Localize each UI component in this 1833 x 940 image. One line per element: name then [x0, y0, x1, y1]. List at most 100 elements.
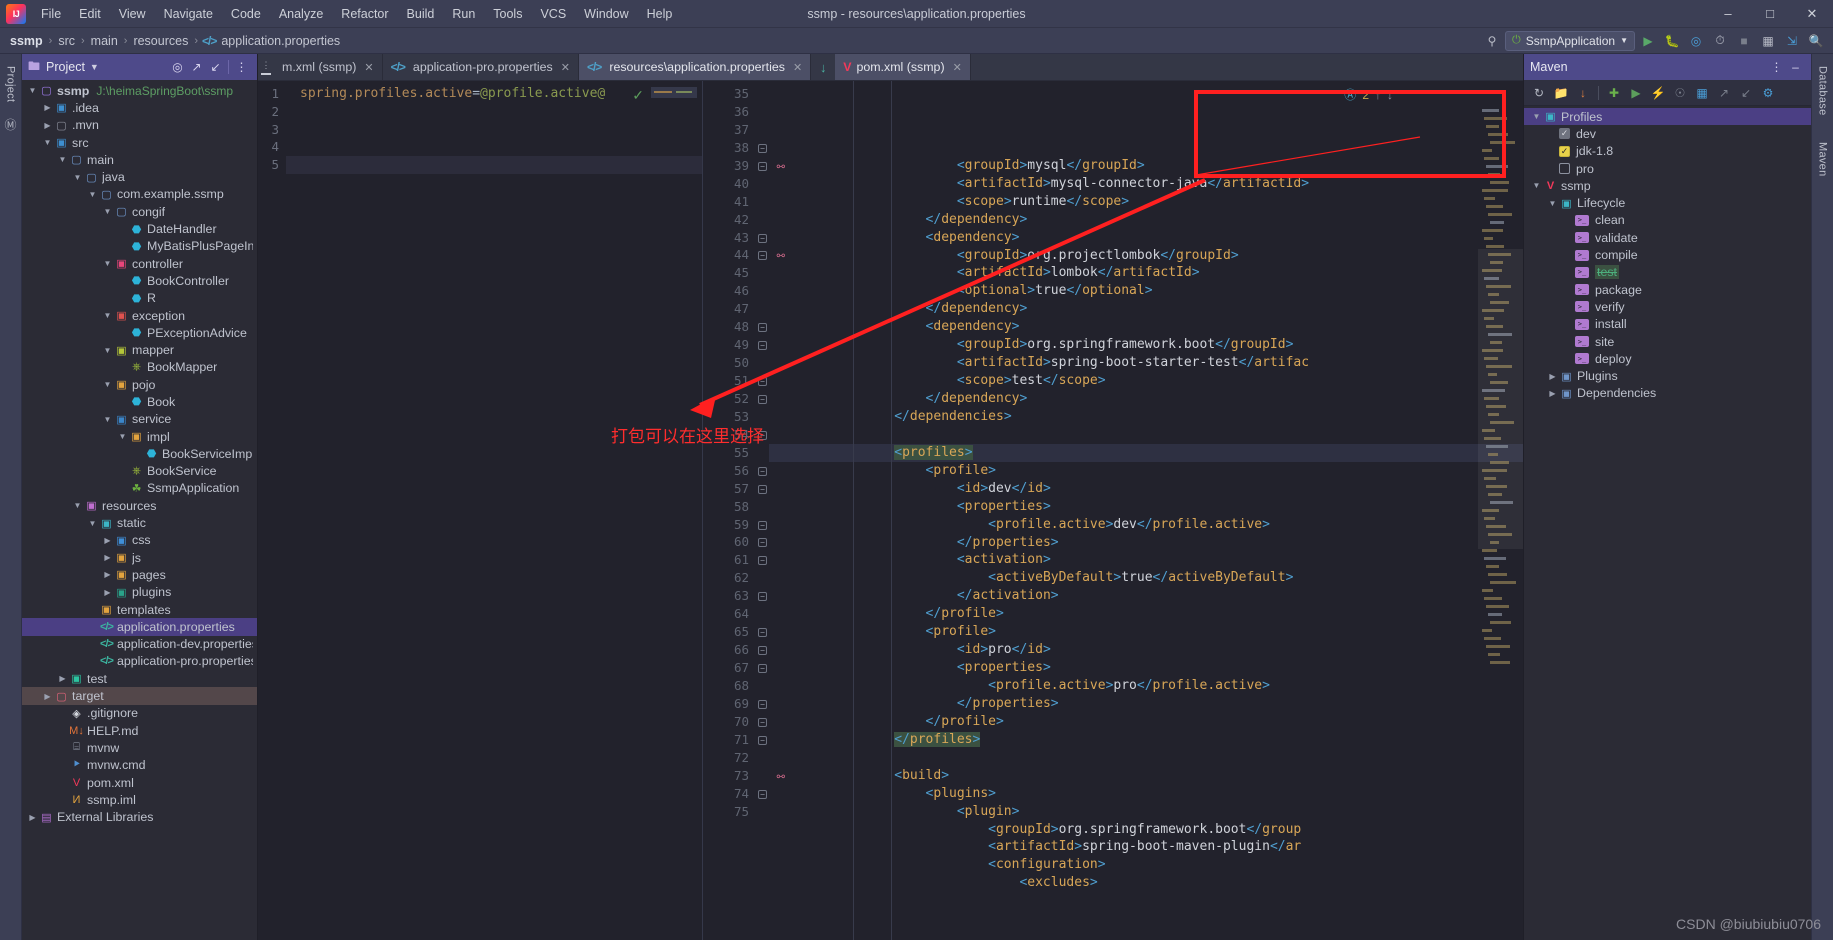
toggle-offline-icon[interactable]: ☉ [1670, 83, 1690, 103]
properties-editor[interactable]: 1 2 3 4 5 spring.profiles.active=@profile.ac… [258, 81, 703, 940]
project-tree-item-js[interactable]: ▶ ▣ js [22, 549, 257, 566]
previous-problem-icon[interactable]: ↑ [1375, 88, 1381, 102]
project-tree-item-mapper[interactable]: ▼ ▣ mapper [22, 341, 257, 358]
run-with-coverage-button[interactable]: ◎ [1685, 31, 1707, 51]
skip-tests-icon[interactable]: ⚡ [1648, 83, 1668, 103]
code-line[interactable]: <dependency> [769, 229, 1523, 247]
code-line[interactable]: <groupId>org.projectlombok</groupId> [769, 247, 1523, 265]
maven-tree-item-compile[interactable]: >_ compile [1524, 246, 1811, 263]
expand-all-icon[interactable]: ↗ [187, 57, 206, 77]
code-fold-toggle[interactable]: − [758, 161, 767, 171]
close-icon[interactable]: ✕ [1791, 0, 1833, 28]
tab-list-arrow-icon[interactable]: ↓ [811, 54, 835, 80]
menu-item-help[interactable]: Help [638, 3, 682, 25]
chevron-right-icon[interactable]: ▶ [56, 674, 69, 683]
code-line[interactable]: <profile.active>dev</profile.active> [769, 516, 1523, 534]
code-fold-toggle[interactable]: − [758, 520, 767, 530]
line-number-row[interactable]: 42 [703, 211, 749, 229]
chevron-down-icon[interactable]: ▼ [101, 259, 114, 268]
code-line[interactable]: <properties> [769, 498, 1523, 516]
code-line[interactable]: </dependency> [769, 211, 1523, 229]
code-line[interactable]: <groupId>org.springframework.boot</group… [769, 336, 1523, 354]
maven-tree-item-jdk-1-8[interactable]: ✓ jdk-1.8 [1524, 143, 1811, 160]
maven-tree-item-lifecycle[interactable]: ▼ ▣ Lifecycle [1524, 194, 1811, 211]
breadcrumb-item-src[interactable]: src [56, 34, 77, 48]
chevron-down-icon[interactable]: ▼ [101, 207, 114, 216]
chevron-down-icon[interactable]: ▼ [86, 519, 99, 528]
search-icon[interactable]: 🔍 [1805, 31, 1827, 51]
collapse-all-icon[interactable]: ↙ [206, 57, 225, 77]
code-fold-toggle[interactable]: − [758, 143, 767, 153]
next-problem-icon[interactable]: ↓ [1387, 88, 1393, 102]
line-number-row[interactable]: 56− [703, 462, 767, 480]
project-tree-item-bookmapper[interactable]: ⎈ BookMapper [22, 359, 257, 376]
minimize-icon[interactable]: – [1707, 0, 1749, 28]
code-fold-toggle[interactable]: − [758, 323, 767, 333]
line-number-row[interactable]: 71− [703, 731, 767, 749]
maven-tree-item-dev[interactable]: ✓ dev [1524, 125, 1811, 142]
line-number-row[interactable]: 44− ⚯ [703, 246, 785, 264]
close-icon[interactable]: ✕ [561, 61, 570, 74]
project-tree-item-application-dev-properties[interactable]: </> application-dev.properties [22, 636, 257, 653]
maven-project-tree[interactable]: ▼ ▣ Profiles ✓ dev ✓ jdk-1.8 pro ▼ Vssmp ▼ ▣ Life… [1524, 106, 1811, 940]
run-icon[interactable]: ▶ [1626, 83, 1646, 103]
expand-all-icon[interactable]: ↗ [1714, 83, 1734, 103]
editor-tabs-options[interactable]: ⋮ [258, 54, 274, 80]
stripe-tab-project[interactable]: Project [2, 60, 20, 108]
chevron-right-icon[interactable]: ▶ [101, 570, 114, 579]
chevron-down-icon[interactable]: ▼ [56, 155, 69, 164]
code-line[interactable]: <activeByDefault>true</activeByDefault> [769, 569, 1523, 587]
project-tree-item-congif[interactable]: ▼ ▢ congif [22, 203, 257, 220]
inspection-widget[interactable]: Ⓐ 2 ↑ ↓ [1344, 86, 1393, 103]
project-tree-item-ssmp-iml[interactable]: Иssmp.iml [22, 791, 257, 808]
breadcrumb-item-project[interactable]: ssmp [8, 34, 45, 48]
scroll-from-source-icon[interactable]: ◎ [168, 57, 187, 77]
project-tree-item-bookserviceimpl[interactable]: ⬣ BookServiceImpl [22, 445, 257, 462]
maven-tree-item-package[interactable]: >_ package [1524, 281, 1811, 298]
code-line[interactable]: <optional>true</optional> [769, 282, 1523, 300]
code-line[interactable]: <profile> [769, 623, 1523, 641]
chevron-right-icon[interactable]: ▶ [1546, 372, 1559, 381]
inspection-ok-icon[interactable]: ✓ [632, 87, 644, 104]
project-tree-item-com-example-ssmp[interactable]: ▼ ▢ com.example.ssmp [22, 186, 257, 203]
line-number-row[interactable]: 47 [703, 300, 749, 318]
menu-item-navigate[interactable]: Navigate [155, 3, 222, 25]
stripe-tab-database[interactable]: Database [1814, 60, 1832, 122]
chevron-down-icon[interactable]: ▼ [1546, 199, 1559, 208]
code-line[interactable]: <id>dev</id> [769, 480, 1523, 498]
profiles-icon[interactable]: ▦ [1692, 83, 1712, 103]
minimap-viewport[interactable] [1478, 249, 1523, 549]
collapse-all-icon[interactable]: ↙ [1736, 83, 1756, 103]
code-fold-toggle[interactable]: − [758, 251, 767, 261]
code-line[interactable] [286, 121, 702, 139]
code-fold-toggle[interactable]: − [758, 341, 767, 351]
code-line[interactable]: <activation> [769, 551, 1523, 569]
code-line[interactable]: <artifactId>spring-boot-maven-plugin</ar [769, 838, 1523, 856]
code-fold-toggle[interactable]: − [758, 664, 767, 673]
code-line[interactable]: <plugins> [769, 785, 1523, 803]
project-tree-item-exception[interactable]: ▼ ▣ exception [22, 307, 257, 324]
code-line[interactable]: <artifactId>spring-boot-starter-test</ar… [769, 354, 1523, 372]
run-button[interactable]: ▶ [1637, 31, 1659, 51]
maven-tree-item-validate[interactable]: >_ validate [1524, 229, 1811, 246]
code-line[interactable]: <profile.active>pro</profile.active> [769, 677, 1523, 695]
reload-icon[interactable]: ↻ [1529, 83, 1549, 103]
breadcrumb-item-main[interactable]: main [89, 34, 120, 48]
project-tree-item-templates[interactable]: ▣ templates [22, 601, 257, 618]
pom-xml-editor[interactable]: 35 36 37 38−39− ⚯ 40 41 42 43−44− ⚯ 45 46 47 48−49−50… [703, 81, 1523, 940]
structure-icon[interactable]: Ⓜ [4, 116, 16, 133]
menu-item-window[interactable]: Window [575, 3, 637, 25]
line-number-row[interactable]: 63− [703, 587, 767, 605]
profile-checkbox-dev[interactable]: ✓ [1559, 128, 1570, 140]
run-configuration-selector[interactable]: ⏻ SsmpApplication ▼ [1504, 30, 1635, 51]
code-line[interactable]: </properties> [769, 534, 1523, 552]
code-fold-toggle[interactable]: − [758, 377, 767, 386]
chevron-right-icon[interactable]: ▶ [101, 536, 114, 545]
line-number-row[interactable]: 55 [703, 444, 749, 462]
project-tree-item-ssmp[interactable]: ▼ ▢ ssmp J:\heimaSpringBoot\ssmp [22, 82, 257, 99]
chevron-down-icon[interactable]: ▼ [71, 173, 84, 182]
chevron-down-icon[interactable]: ▼ [41, 138, 54, 147]
share-icon[interactable]: ⚲ [1481, 31, 1503, 51]
editor-tab-pom-xml[interactable]: V pom.xml (ssmp) ✕ [835, 54, 971, 80]
chevron-down-icon[interactable]: ▼ [1530, 181, 1543, 190]
